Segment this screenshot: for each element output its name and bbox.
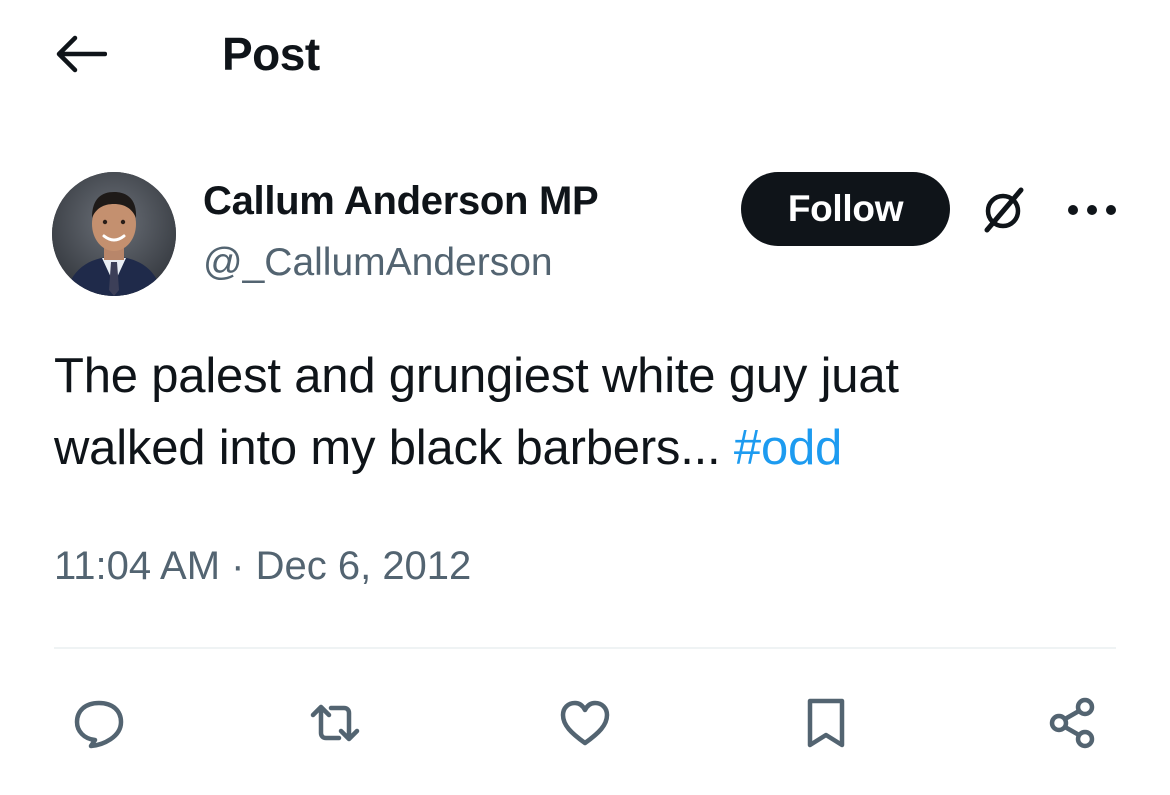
heart-icon [560, 700, 610, 746]
avatar[interactable] [52, 172, 176, 296]
author-display-name[interactable]: Callum Anderson MP [203, 176, 599, 226]
bookmark-icon [807, 698, 845, 748]
like-button[interactable] [550, 688, 620, 758]
post-text: The palest and grungiest white guy juat … [54, 340, 1134, 484]
back-button[interactable] [48, 24, 112, 84]
post-text-line-2: walked into my black barbers... [54, 421, 734, 475]
hashtag-link[interactable]: #odd [734, 421, 842, 475]
grok-icon [984, 187, 1024, 233]
grok-button[interactable] [975, 182, 1031, 238]
more-button[interactable] [1062, 190, 1122, 230]
share-icon [1049, 697, 1095, 749]
reply-icon [74, 700, 124, 749]
author-handle[interactable]: @_CallumAnderson [203, 238, 553, 288]
reply-button[interactable] [64, 688, 134, 758]
divider [54, 647, 1116, 649]
meta-separator: · [220, 544, 256, 588]
arrow-left-icon [56, 35, 107, 73]
share-button[interactable] [1038, 688, 1108, 758]
post-date: Dec 6, 2012 [255, 544, 472, 588]
follow-button[interactable]: Follow [741, 172, 950, 246]
post-timestamp[interactable]: 11:04 AM · Dec 6, 2012 [54, 540, 471, 592]
bookmark-button[interactable] [791, 688, 861, 758]
repost-button[interactable] [300, 688, 370, 758]
post-text-line-1: The palest and grungiest white guy juat [54, 349, 899, 403]
post-time: 11:04 AM [54, 544, 221, 588]
profile-photo [52, 172, 176, 296]
more-horizontal-icon [1068, 205, 1116, 215]
page-title: Post [222, 28, 320, 80]
repost-icon [310, 704, 360, 742]
